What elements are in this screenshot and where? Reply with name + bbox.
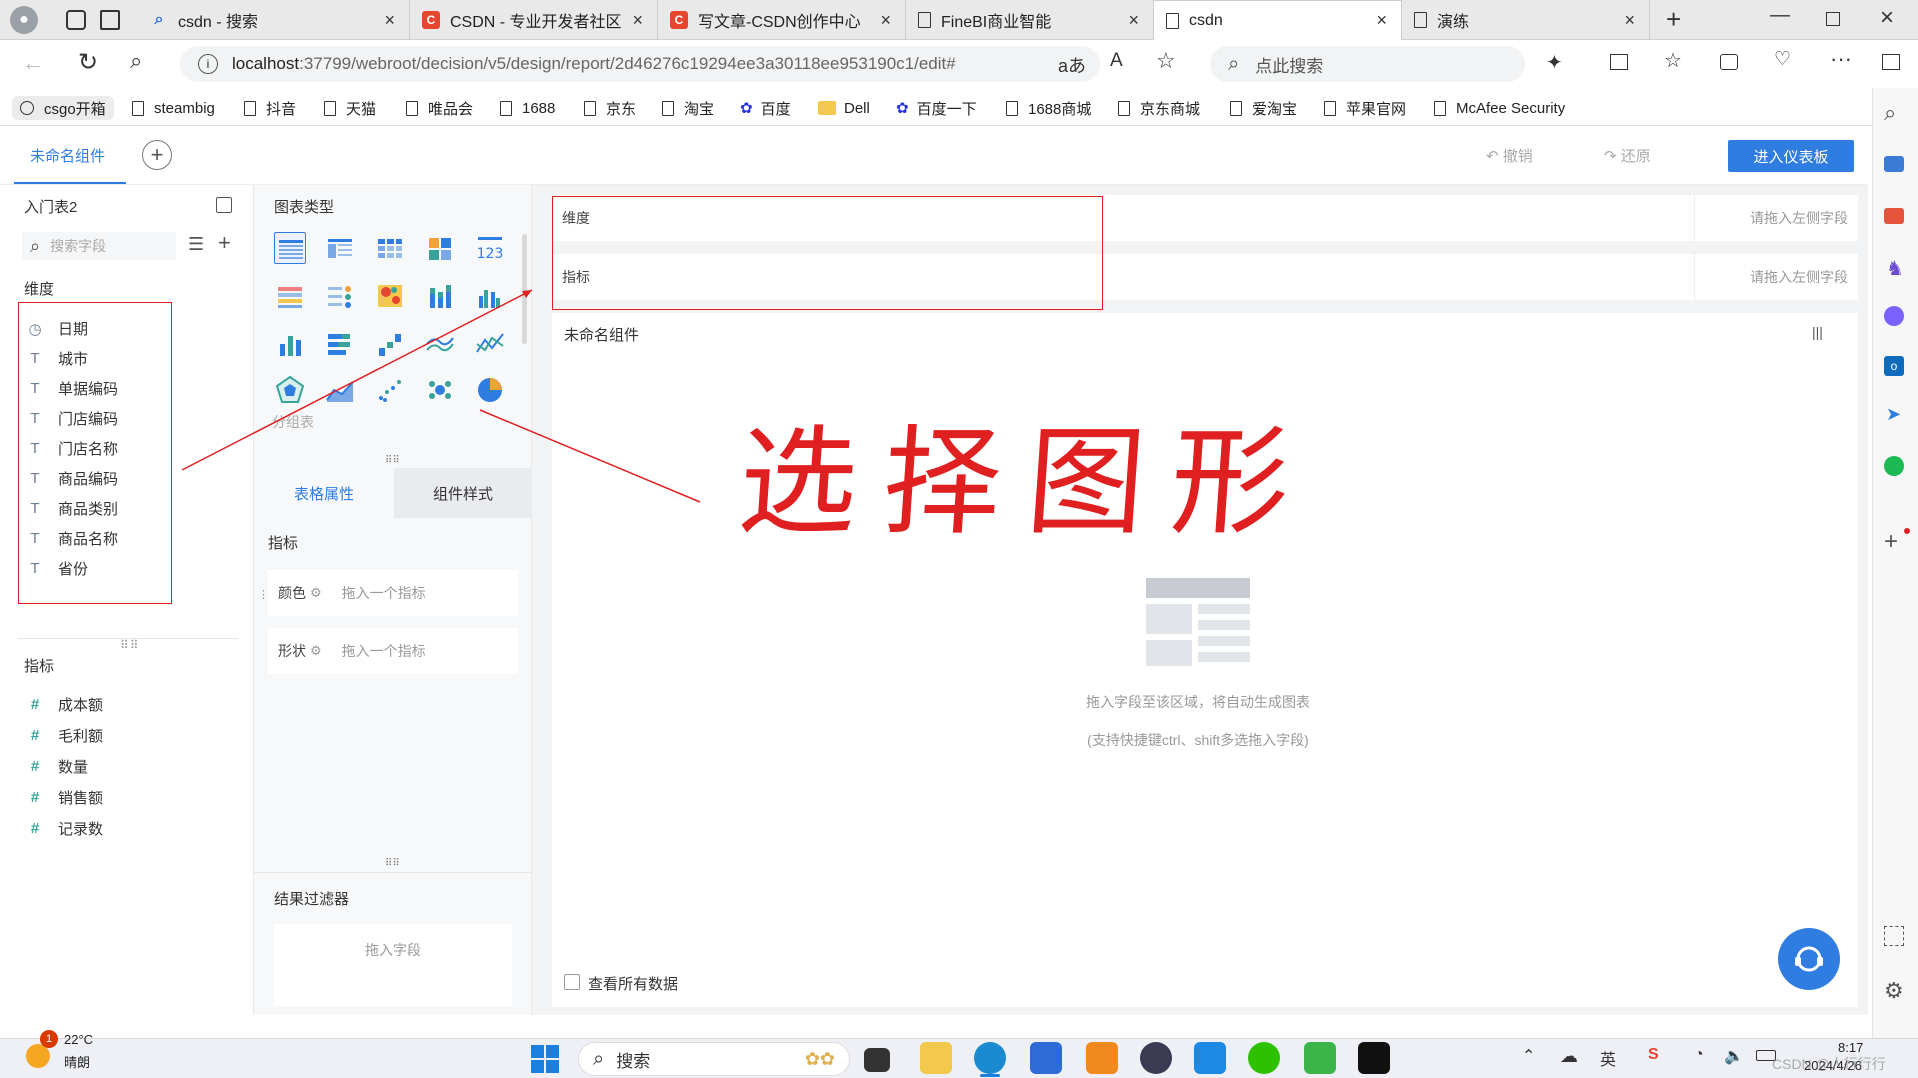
ime-icon[interactable]: 英 bbox=[1600, 1046, 1616, 1070]
edge-browser-icon[interactable] bbox=[974, 1042, 1006, 1074]
remote-desktop-icon[interactable] bbox=[1304, 1042, 1336, 1074]
weather-desc: 晴朗 bbox=[64, 1055, 91, 1070]
weather-temp: 22°C bbox=[64, 1032, 94, 1047]
onedrive-icon[interactable]: ☁ bbox=[1560, 1046, 1578, 1067]
windows-taskbar bbox=[0, 1038, 1918, 1078]
volume-icon[interactable]: 🔈 bbox=[1724, 1046, 1744, 1066]
taskbar-search-label: 搜索 bbox=[616, 1051, 651, 1071]
wechat-icon[interactable] bbox=[1248, 1042, 1280, 1074]
handwritten-annotation: 选择图形 bbox=[734, 413, 1321, 551]
weather-widget[interactable]: 1 22°C 晴朗 bbox=[26, 1030, 106, 1074]
weather-badge: 1 bbox=[40, 1030, 58, 1048]
csdn-tray-icon[interactable]: S bbox=[1648, 1046, 1659, 1064]
app-blue-icon[interactable] bbox=[1194, 1042, 1226, 1074]
clock-time[interactable]: 8:17 bbox=[1838, 1040, 1863, 1055]
store-icon[interactable] bbox=[1030, 1042, 1062, 1074]
task-view-icon[interactable] bbox=[864, 1048, 890, 1072]
wifi-icon[interactable]: ◔ bbox=[1694, 1046, 1704, 1064]
search-highlight-art: ✿✿ bbox=[804, 1048, 835, 1069]
active-app-indicator bbox=[980, 1074, 1000, 1077]
obs-icon[interactable] bbox=[1140, 1042, 1172, 1074]
watermark: CSDN @人行行行 bbox=[1772, 1056, 1886, 1072]
app-orange-icon[interactable] bbox=[1086, 1042, 1118, 1074]
file-explorer-icon[interactable] bbox=[920, 1042, 952, 1074]
windows-start-icon[interactable] bbox=[530, 1044, 560, 1074]
tray-chevron-icon[interactable]: ⌃ bbox=[1522, 1046, 1535, 1066]
tiktok-icon[interactable] bbox=[1358, 1042, 1390, 1074]
taskbar-search[interactable]: ⌕ 搜索 ✿✿ bbox=[578, 1042, 850, 1076]
search-icon: ⌕ bbox=[593, 1047, 605, 1070]
